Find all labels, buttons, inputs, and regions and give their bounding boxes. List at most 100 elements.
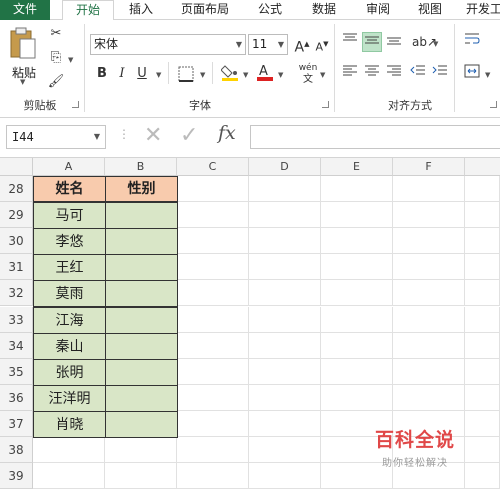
- row-header[interactable]: 32: [0, 280, 33, 307]
- tab-file[interactable]: 文件: [0, 0, 50, 20]
- row-header[interactable]: 37: [0, 410, 33, 437]
- grid-cell[interactable]: [393, 176, 465, 203]
- border-dropdown-icon[interactable]: ▼: [200, 71, 205, 79]
- align-bottom-icon[interactable]: [384, 32, 404, 52]
- column-header-b[interactable]: B: [105, 158, 177, 176]
- drag-handle-icon[interactable]: ⋮: [118, 127, 130, 141]
- font-color-dropdown-icon[interactable]: ▼: [278, 71, 283, 79]
- grid-cell[interactable]: [465, 437, 500, 464]
- table-cell-gender[interactable]: [105, 254, 178, 282]
- table-cell-name[interactable]: 秦山: [33, 332, 106, 360]
- grid-cell[interactable]: [177, 306, 249, 333]
- grid-cell[interactable]: [321, 254, 393, 281]
- tab-view[interactable]: 视图: [408, 0, 452, 20]
- grid-cell[interactable]: [465, 384, 500, 411]
- underline-button[interactable]: U: [132, 64, 152, 84]
- grid-cell[interactable]: [393, 228, 465, 255]
- align-left-icon[interactable]: [340, 64, 360, 84]
- grid-cell[interactable]: [321, 228, 393, 255]
- grid-cell[interactable]: [249, 358, 321, 385]
- font-launcher-icon[interactable]: [322, 101, 329, 108]
- grid-cell[interactable]: [249, 437, 321, 464]
- table-cell-name[interactable]: 江海: [33, 306, 106, 334]
- border-icon[interactable]: [176, 64, 196, 84]
- row-header[interactable]: 28: [0, 176, 33, 203]
- row-header[interactable]: 36: [0, 384, 33, 411]
- grid-cell[interactable]: [321, 306, 393, 333]
- grid-cell[interactable]: [465, 202, 500, 229]
- table-cell-gender[interactable]: [105, 280, 178, 308]
- grid-cell[interactable]: [321, 358, 393, 385]
- grid-cell[interactable]: [249, 384, 321, 411]
- font-color-icon[interactable]: A: [255, 62, 275, 82]
- row-header[interactable]: 31: [0, 254, 33, 281]
- row-header[interactable]: 35: [0, 358, 33, 385]
- select-all-corner[interactable]: [0, 158, 33, 176]
- grid-cell[interactable]: [321, 202, 393, 229]
- tab-insert[interactable]: 插入: [118, 0, 164, 20]
- grid-cell[interactable]: [177, 280, 249, 307]
- underline-dropdown-icon[interactable]: ▼: [156, 71, 161, 79]
- phonetic-icon[interactable]: wén 文: [298, 62, 318, 85]
- fill-color-icon[interactable]: [220, 62, 240, 82]
- grid-cell[interactable]: [393, 384, 465, 411]
- table-cell-name[interactable]: 肖晓: [33, 410, 106, 438]
- table-cell-name[interactable]: 汪洋明: [33, 384, 106, 412]
- column-header-g[interactable]: [465, 158, 500, 176]
- tab-data[interactable]: 数据: [302, 0, 346, 20]
- grid-cell[interactable]: [177, 254, 249, 281]
- column-header-a[interactable]: A: [33, 158, 105, 176]
- grid-cell[interactable]: [393, 254, 465, 281]
- grid-cell[interactable]: [465, 358, 500, 385]
- align-center-icon[interactable]: [362, 64, 382, 84]
- grid-cell[interactable]: [321, 384, 393, 411]
- table-cell-name[interactable]: 莫雨: [33, 280, 106, 308]
- row-header[interactable]: 33: [0, 306, 33, 333]
- tab-home[interactable]: 开始: [62, 0, 114, 21]
- orientation-dropdown-icon[interactable]: ▼: [433, 40, 438, 48]
- grid-cell[interactable]: [465, 280, 500, 307]
- decrease-indent-icon[interactable]: [408, 64, 428, 84]
- formula-input[interactable]: [250, 125, 500, 149]
- wrap-text-icon[interactable]: [462, 32, 482, 52]
- row-header[interactable]: 34: [0, 332, 33, 359]
- merge-center-icon[interactable]: [462, 64, 482, 84]
- align-middle-icon[interactable]: [362, 32, 382, 52]
- column-header-f[interactable]: F: [393, 158, 465, 176]
- tab-page-layout[interactable]: 页面布局: [172, 0, 238, 20]
- tab-developer[interactable]: 开发工: [462, 0, 500, 20]
- row-header[interactable]: 30: [0, 228, 33, 255]
- grid-cell[interactable]: [465, 176, 500, 203]
- grow-font-icon[interactable]: A▲: [292, 34, 312, 56]
- paste-button[interactable]: 粘贴 ▼: [6, 26, 40, 86]
- grid-cell[interactable]: [177, 463, 249, 490]
- grid-cell[interactable]: [465, 306, 500, 333]
- grid-cell[interactable]: [249, 280, 321, 307]
- grid-cell[interactable]: [393, 306, 465, 333]
- fill-color-dropdown-icon[interactable]: ▼: [243, 71, 248, 79]
- alignment-launcher-icon[interactable]: [490, 101, 497, 108]
- column-header-d[interactable]: D: [249, 158, 321, 176]
- grid-cell[interactable]: [393, 202, 465, 229]
- clipboard-launcher-icon[interactable]: [72, 101, 79, 108]
- cut-icon[interactable]: ✂: [46, 24, 66, 44]
- column-header-e[interactable]: E: [321, 158, 393, 176]
- copy-icon[interactable]: ⎘: [46, 48, 66, 68]
- grid-cell[interactable]: [465, 410, 500, 437]
- function-icon[interactable]: fx: [218, 122, 236, 144]
- row-header[interactable]: 38: [0, 437, 33, 464]
- name-box[interactable]: I44 ▼: [6, 125, 106, 149]
- bold-button[interactable]: B: [92, 64, 112, 84]
- table-header-gender[interactable]: 性别: [105, 176, 178, 202]
- font-size-select[interactable]: 11 ▼: [248, 34, 288, 55]
- font-name-select[interactable]: 宋体 ▼: [90, 34, 246, 55]
- grid-cell[interactable]: [177, 332, 249, 359]
- grid-cell[interactable]: [33, 463, 105, 490]
- italic-button[interactable]: I: [112, 64, 132, 84]
- table-cell-gender[interactable]: [105, 358, 178, 386]
- copy-dropdown-icon[interactable]: ▼: [68, 56, 73, 64]
- table-cell-gender[interactable]: [105, 202, 178, 230]
- grid-cell[interactable]: [465, 332, 500, 359]
- grid-cell[interactable]: [177, 358, 249, 385]
- align-right-icon[interactable]: [384, 64, 404, 84]
